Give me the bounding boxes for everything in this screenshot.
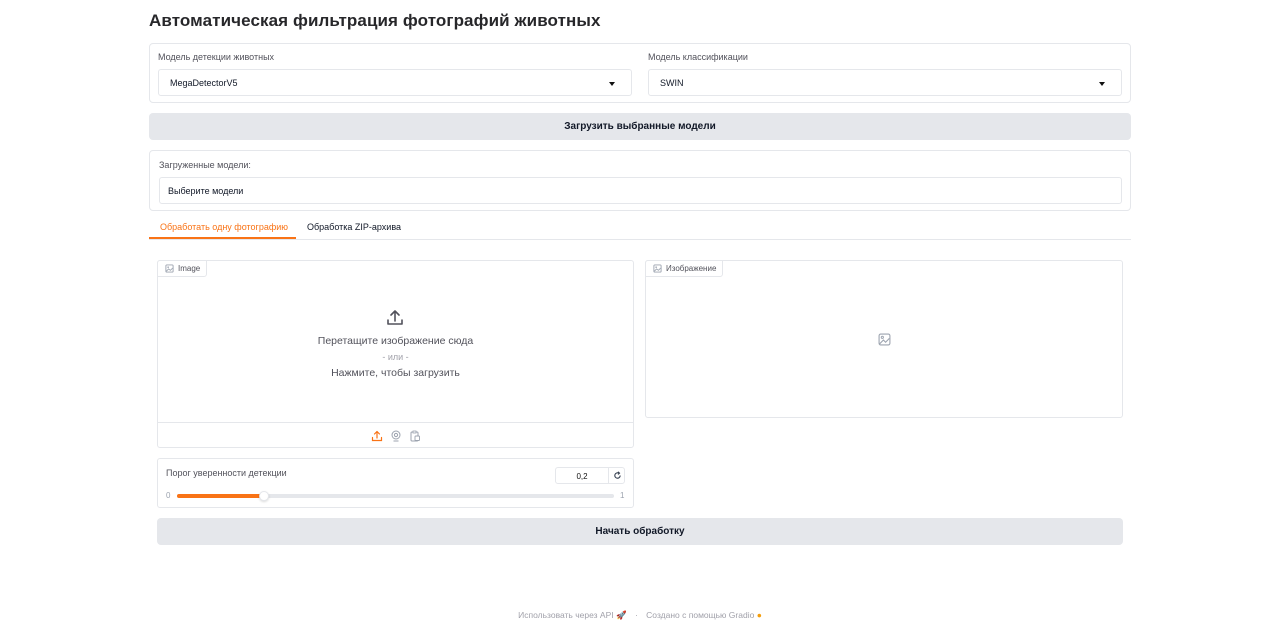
classification-model-dropdown[interactable]: SWIN <box>648 69 1122 96</box>
upload-source-icon[interactable] <box>371 430 383 442</box>
slider-max-label: 1 <box>620 491 625 500</box>
loaded-models-textbox[interactable]: Выберите модели <box>159 177 1122 204</box>
click-instruction: Нажмите, чтобы загрузить <box>331 367 460 379</box>
image-output-tag: Изображение <box>645 260 724 277</box>
webcam-icon[interactable] <box>390 430 402 442</box>
use-api-link[interactable]: Использовать через API 🚀 <box>518 610 626 620</box>
detection-model-value: MegaDetectorV5 <box>170 78 238 88</box>
drop-instruction: Перетащите изображение сюда <box>317 335 474 347</box>
footer: Использовать через API 🚀 · Создано с пом… <box>0 610 1280 621</box>
active-tab-indicator <box>149 237 296 239</box>
threshold-slider-track[interactable] <box>177 491 614 501</box>
image-output-tag-label: Изображение <box>666 264 717 273</box>
rocket-icon: 🚀 <box>615 610 627 620</box>
image-output-area: Изображение <box>645 260 1123 418</box>
classification-model-label: Модель классификации <box>648 52 748 62</box>
slider-min-label: 0 <box>166 491 171 500</box>
image-icon <box>165 264 174 273</box>
classification-model-value: SWIN <box>660 78 684 88</box>
footer-separator: · <box>634 610 638 620</box>
threshold-label: Порог уверенности детекции <box>166 468 287 478</box>
page-title: Автоматическая фильтрация фотографий жив… <box>149 11 601 30</box>
or-separator: - или - <box>382 352 409 362</box>
loaded-models-value: Выберите модели <box>168 186 244 196</box>
image-input-tag: Image <box>157 260 208 277</box>
tab-zip-archive[interactable]: Обработка ZIP-архива <box>307 222 401 232</box>
threshold-value: 0,2 <box>576 472 588 481</box>
load-models-button[interactable]: Загрузить выбранные модели <box>149 113 1131 140</box>
upload-icon <box>387 310 403 325</box>
detection-model-dropdown[interactable]: MegaDetectorV5 <box>158 69 632 96</box>
built-with-label: Создано с помощью Gradio <box>646 610 755 620</box>
image-icon <box>653 264 662 273</box>
loaded-models-panel: Загруженные модели: Выберите модели <box>149 150 1131 211</box>
start-processing-button[interactable]: Начать обработку <box>157 518 1123 545</box>
clipboard-icon[interactable] <box>409 430 421 442</box>
image-upload-area[interactable]: Image Перетащите изображение сюда - или … <box>157 260 634 448</box>
chevron-down-icon <box>1099 82 1105 86</box>
reset-icon[interactable] <box>613 471 622 480</box>
image-input-tag-label: Image <box>178 264 201 273</box>
use-api-label: Использовать через API <box>518 610 614 620</box>
threshold-slider-panel: Порог уверенности детекции 0,2 0 1 <box>157 458 634 508</box>
tabs-divider <box>149 239 1131 240</box>
chevron-down-icon <box>609 82 615 86</box>
gradio-logo-icon: ● <box>756 610 762 620</box>
threshold-slider-thumb[interactable] <box>259 491 270 501</box>
loaded-models-label: Загруженные модели: <box>159 160 251 170</box>
detection-model-label: Модель детекции животных <box>158 52 275 62</box>
tab-single-photo[interactable]: Обработать одну фотографию <box>160 222 288 232</box>
image-placeholder-icon <box>878 333 891 346</box>
threshold-slider-fill <box>177 494 265 498</box>
source-toolbar <box>158 422 633 448</box>
model-selection-panel: Модель детекции животных MegaDetectorV5 … <box>149 43 1131 103</box>
built-with-gradio-link[interactable]: Создано с помощью Gradio ● <box>646 610 762 620</box>
threshold-number-input[interactable]: 0,2 <box>555 467 625 484</box>
